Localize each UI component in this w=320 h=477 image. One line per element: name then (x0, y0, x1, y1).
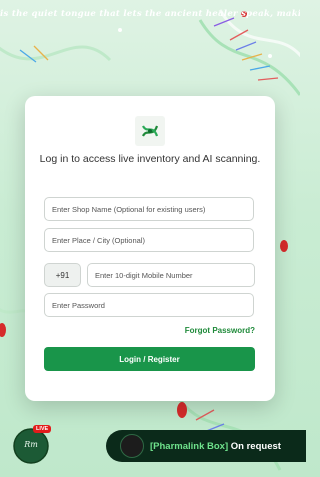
shop-name-input[interactable] (44, 197, 254, 221)
mobile-number-input[interactable] (87, 263, 255, 287)
login-register-button[interactable]: Login / Register (44, 347, 255, 371)
login-heading: Log in to access live inventory and AI s… (39, 153, 261, 165)
pharmacy-logo-icon (135, 116, 165, 146)
ticker-message: [Pharmalink Box] On request (150, 441, 281, 452)
marquee-text: is the quiet tongue that lets the ancien… (0, 9, 300, 19)
live-tag: LIVE (33, 425, 52, 433)
live-badge-text: Rm (24, 440, 38, 449)
password-input[interactable] (44, 293, 254, 317)
login-card: Log in to access live inventory and AI s… (25, 96, 275, 401)
pharmalink-logo-icon (120, 434, 144, 458)
ticker-text: On request (228, 440, 281, 452)
scrolling-quote-marquee: is the quiet tongue that lets the ancien… (0, 6, 300, 22)
announcement-ticker[interactable]: [Pharmalink Box] On request (106, 430, 306, 462)
country-code-selector[interactable]: +91 (44, 263, 81, 287)
ticker-brand: [Pharmalink Box] (150, 440, 229, 452)
forgot-password-link[interactable]: Forgot Password? (185, 326, 255, 335)
place-city-input[interactable] (44, 228, 254, 252)
live-radio-button[interactable]: LIVE Rm (13, 425, 52, 464)
